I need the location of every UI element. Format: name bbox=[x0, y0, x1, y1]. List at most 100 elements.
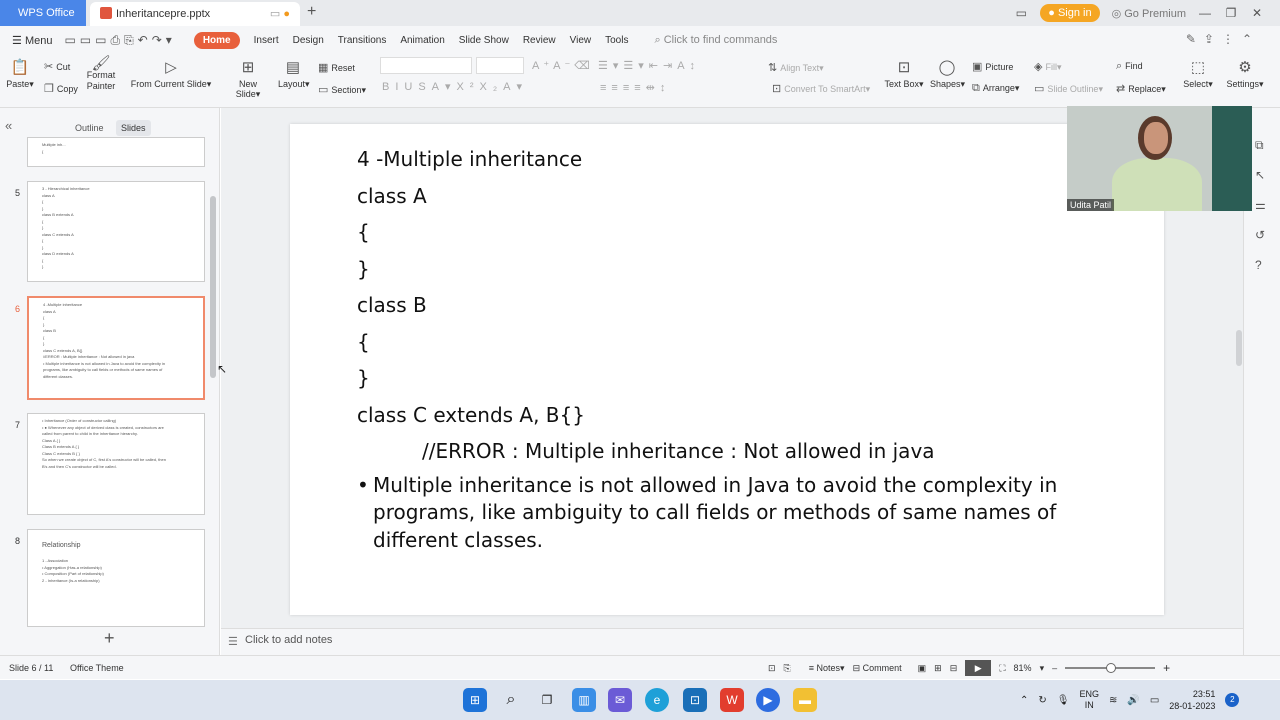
style-icon[interactable]: ⧉ bbox=[1255, 138, 1264, 153]
fill-button[interactable]: ◈ Fill▾ bbox=[1034, 60, 1062, 73]
tab-review[interactable]: Review bbox=[523, 35, 556, 46]
collapse-panel-icon[interactable]: « bbox=[5, 118, 12, 133]
windows-start-icon[interactable]: ⊞ bbox=[463, 688, 487, 712]
wps-office-taskbar-icon[interactable]: W bbox=[720, 688, 744, 712]
zoom-out-icon[interactable]: – bbox=[1052, 663, 1057, 673]
language-indicator[interactable]: ENG IN bbox=[1079, 689, 1099, 711]
zoom-slider[interactable] bbox=[1065, 663, 1156, 673]
tab-outline[interactable]: Outline bbox=[75, 123, 104, 133]
clock[interactable]: 23:51 28-01-2023 bbox=[1169, 688, 1215, 712]
font-family-select[interactable] bbox=[380, 57, 472, 74]
notes-pane[interactable]: ☰ Click to add notes bbox=[221, 628, 1243, 655]
history-icon[interactable]: ↺ bbox=[1255, 228, 1265, 242]
wifi-icon[interactable]: ≋ bbox=[1109, 695, 1117, 706]
store-icon[interactable]: ⊡ bbox=[683, 688, 707, 712]
normal-view-icon[interactable]: ▣ bbox=[918, 663, 927, 674]
properties-icon[interactable]: ↖ bbox=[1255, 168, 1265, 182]
tab-home[interactable]: Home bbox=[193, 31, 240, 49]
window-layout-icon[interactable]: ▭ bbox=[1014, 6, 1028, 20]
from-current-slide-button[interactable]: ▷ From Current Slide▾ bbox=[130, 58, 212, 90]
tab-actions[interactable]: ▭ ● bbox=[270, 7, 290, 20]
battery-icon[interactable]: ▭ bbox=[1150, 695, 1159, 706]
security-icon[interactable]: ↻ bbox=[1038, 695, 1046, 706]
zoom-level[interactable]: 81% bbox=[1014, 663, 1032, 673]
align-text-button[interactable]: ⇅ Align Text▾ bbox=[768, 61, 824, 74]
go-premium-button[interactable]: ◎ Go Premium bbox=[1112, 7, 1186, 20]
cut-button[interactable]: ✂ Cut bbox=[44, 60, 70, 73]
document-icon[interactable]: ⎘ bbox=[784, 663, 791, 674]
find-button[interactable]: ⌕ Find bbox=[1116, 60, 1143, 73]
close-window-button[interactable]: ✕ bbox=[1250, 6, 1264, 20]
notes-toggle[interactable]: ≡ Notes▾ bbox=[809, 663, 845, 674]
slides-panel-scrollbar[interactable] bbox=[210, 196, 216, 378]
menu-button[interactable]: ☰ Menu bbox=[12, 34, 52, 47]
tab-view[interactable]: View bbox=[570, 35, 592, 46]
font-size-icons[interactable]: A⁺A⁻⌫ bbox=[532, 59, 594, 72]
reading-view-icon[interactable]: ⊟ bbox=[950, 663, 958, 674]
copy-button[interactable]: ❐ Copy bbox=[44, 82, 78, 95]
microphone-icon[interactable]: 🎙 bbox=[1057, 695, 1070, 706]
search-taskbar-icon[interactable]: ⌕ bbox=[499, 688, 523, 712]
theme-name[interactable]: Office Theme bbox=[70, 663, 124, 673]
restore-button[interactable]: ❐ bbox=[1224, 6, 1238, 20]
new-slide-button[interactable]: ⊞ New Slide▾ bbox=[226, 58, 270, 100]
fit-window-icon[interactable]: ⛶ bbox=[999, 663, 1005, 674]
settings-button[interactable]: ⚙ Settings▾ bbox=[1226, 58, 1264, 90]
font-size-select[interactable] bbox=[476, 57, 524, 74]
slide-outline-button[interactable]: ▭ Slide Outline▾ bbox=[1034, 82, 1103, 95]
menubar-right-icons[interactable]: ✎⇪⋮⌃ bbox=[1186, 32, 1260, 46]
widgets-icon[interactable]: ▥ bbox=[572, 688, 596, 712]
replace-button[interactable]: ⇄ Replace▾ bbox=[1116, 82, 1166, 95]
tab-design[interactable]: Design bbox=[293, 35, 324, 46]
slide-thumbnail-4[interactable]: Multiple inh... { bbox=[27, 137, 205, 167]
slide-thumbnail-7[interactable]: • Inheritance (Order of constructor call… bbox=[27, 413, 205, 515]
find-commands-search[interactable]: ⌕ Click to find commands bbox=[654, 34, 777, 47]
arrange-button[interactable]: ⧉ Arrange▾ bbox=[972, 82, 1019, 95]
zoom-in-icon[interactable]: + bbox=[1163, 661, 1170, 675]
select-button[interactable]: ⬚ Select▾ bbox=[1182, 58, 1214, 90]
layout-button[interactable]: ▤ Layout▾ bbox=[278, 58, 310, 90]
text-format-icons[interactable]: BIUSA▾X²X₂A▾ bbox=[382, 80, 528, 93]
paste-button[interactable]: 📋 Paste▾ bbox=[6, 58, 34, 90]
adjust-icon[interactable]: ⚌ bbox=[1255, 198, 1266, 212]
slide-thumbnail-6[interactable]: 4 -Multiple inheritance class A { } clas… bbox=[27, 296, 205, 400]
sign-in-button[interactable]: ● Sign in bbox=[1040, 4, 1100, 22]
format-painter-button[interactable]: 🖌 Format Painter bbox=[84, 56, 118, 92]
help-icon[interactable]: ? bbox=[1255, 258, 1262, 272]
quick-access-toolbar[interactable]: ▭▭▭⎙⎘↶↷▾ bbox=[64, 33, 175, 48]
minimize-button[interactable]: — bbox=[1198, 6, 1212, 20]
zoom-slider-handle[interactable] bbox=[1106, 663, 1117, 673]
alignment-icons[interactable]: ≡≡≡≡⇹↕ bbox=[600, 81, 670, 94]
file-explorer-icon[interactable]: ▬ bbox=[793, 688, 817, 712]
section-button[interactable]: ▭ Section▾ bbox=[318, 83, 366, 96]
tab-tools[interactable]: Tools bbox=[605, 35, 628, 46]
chevron-up-icon[interactable]: ⌃ bbox=[1020, 695, 1028, 706]
edge-browser-icon[interactable]: e bbox=[645, 688, 669, 712]
slide-6[interactable]: 4 -Multiple inheritance class A { } clas… bbox=[290, 124, 1164, 615]
picture-button[interactable]: ▣ Picture bbox=[972, 60, 1013, 73]
zoom-app-icon[interactable]: ▶ bbox=[756, 688, 780, 712]
slideshow-play-button[interactable]: ▶ bbox=[965, 660, 992, 676]
slide-thumbnail-5[interactable]: 3 - Hierarchical inheritance class A { }… bbox=[27, 181, 205, 282]
backup-icon[interactable]: ⊡ bbox=[768, 663, 776, 674]
slide-sorter-icon[interactable]: ⊞ bbox=[934, 663, 942, 674]
tab-transitions[interactable]: Transitions bbox=[338, 35, 387, 46]
shapes-button[interactable]: ◯ Shapes▾ bbox=[930, 58, 965, 90]
add-slide-button[interactable]: + bbox=[104, 628, 115, 649]
canvas-scrollbar[interactable] bbox=[1236, 330, 1242, 366]
slide-thumbnail-8[interactable]: Relationship 1 - Association • Aggregati… bbox=[27, 529, 205, 627]
notification-badge[interactable]: 2 bbox=[1225, 693, 1240, 707]
convert-smartart-button[interactable]: ⊡ Convert To SmartArt▾ bbox=[772, 82, 870, 95]
tab-slide-show[interactable]: Slide Show bbox=[459, 35, 509, 46]
task-view-icon[interactable]: ❐ bbox=[535, 688, 559, 712]
tab-animation[interactable]: Animation bbox=[400, 35, 444, 46]
volume-icon[interactable]: 🔊 bbox=[1127, 695, 1139, 706]
wps-office-tab[interactable]: WPS Office bbox=[0, 0, 86, 26]
comment-toggle[interactable]: ⊟ Comment bbox=[853, 663, 902, 674]
tab-slides[interactable]: Slides bbox=[116, 120, 151, 136]
document-tab[interactable]: Inheritancepre.pptx ▭ ● bbox=[90, 2, 300, 26]
text-box-button[interactable]: ⊡ Text Box▾ bbox=[884, 58, 924, 90]
new-tab-button[interactable]: + bbox=[307, 3, 316, 21]
tab-insert[interactable]: Insert bbox=[254, 35, 279, 46]
teams-chat-icon[interactable]: ✉ bbox=[608, 688, 632, 712]
